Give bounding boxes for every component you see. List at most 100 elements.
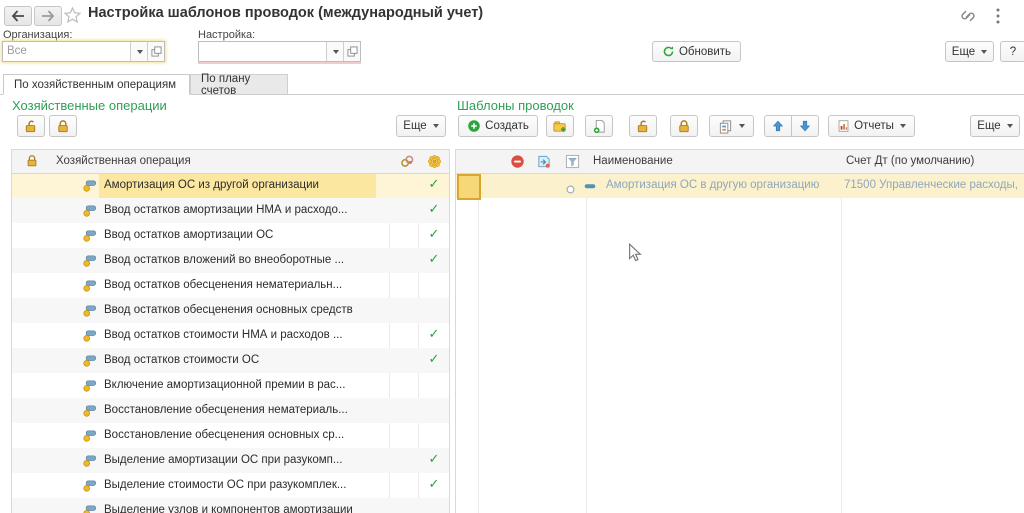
table-row[interactable]: Ввод остатков обесценения основных средс…: [12, 298, 449, 323]
configured-check-icon: ✓: [423, 452, 445, 467]
copy-menu-button[interactable]: [709, 115, 754, 137]
refresh-icon: [662, 45, 675, 58]
create-label: Создать: [485, 120, 529, 132]
table-header: Хозяйственная операция: [12, 150, 449, 174]
link-icon[interactable]: [959, 8, 977, 29]
operation-name: Амортизация ОС из другой организации: [104, 179, 319, 191]
table-row[interactable]: Амортизация ОС в другую организацию 7150…: [456, 173, 1024, 198]
create-by-template-button[interactable]: [585, 115, 613, 137]
operation-name: Восстановление обесценения нематериаль..…: [104, 404, 348, 416]
create-button[interactable]: Создать: [458, 115, 538, 137]
table-header: Наименование Счет Дт (по умолчанию): [456, 150, 1024, 174]
setting-value: [199, 42, 326, 61]
operation-name: Выделение стоимости ОС при разукомплек..…: [104, 479, 346, 491]
refresh-label: Обновить: [679, 46, 731, 58]
add-plus-icon: [467, 119, 481, 133]
tab-by-business-operations[interactable]: По хозяйственным операциям: [3, 74, 190, 95]
organization-label: Организация:: [3, 29, 72, 41]
organization-combobox[interactable]: Все: [2, 41, 165, 62]
unlock-button-left[interactable]: [17, 115, 45, 137]
chevron-down-icon: [900, 124, 906, 128]
help-button[interactable]: ?: [1000, 41, 1024, 62]
page-title: Настройка шаблонов проводок (международн…: [88, 5, 483, 21]
choose-list-icon: [347, 46, 358, 57]
table-row[interactable]: Восстановление обесценения основных ср..…: [12, 423, 449, 448]
operation-name: Ввод остатков вложений во внеоборотные .…: [104, 254, 344, 266]
copy-pages-icon: [718, 119, 733, 134]
column-header-operation[interactable]: Хозяйственная операция: [56, 155, 191, 167]
table-row[interactable]: Выделение узлов и компонентов амортизаци…: [12, 498, 449, 513]
star-icon[interactable]: [63, 6, 82, 30]
settings-flower-column-icon[interactable]: [427, 154, 442, 174]
operations-list: Амортизация ОС из другой организации ✓ В…: [12, 173, 449, 513]
move-down-button[interactable]: [791, 115, 819, 137]
column-divider: [586, 150, 587, 513]
forward-button[interactable]: [34, 6, 62, 26]
reports-button[interactable]: Отчеты: [828, 115, 915, 137]
back-arrow-icon: [11, 10, 25, 22]
more-label: Еще: [977, 120, 1000, 132]
lock-icon: [55, 119, 71, 134]
catalog-item-icon: [82, 303, 97, 323]
lock-column-icon[interactable]: [25, 154, 39, 173]
setting-combobox[interactable]: [198, 41, 361, 62]
table-row[interactable]: Восстановление обесценения нематериаль..…: [12, 398, 449, 423]
chevron-down-icon: [1007, 124, 1013, 128]
template-name: Амортизация ОС в другую организацию: [606, 179, 819, 191]
column-divider: [841, 150, 842, 513]
operation-name: Восстановление обесценения основных ср..…: [104, 429, 344, 441]
forward-arrow-icon: [41, 10, 55, 22]
catalog-item-icon: [82, 328, 97, 348]
column-header-debit-account[interactable]: Счет Дт (по умолчанию): [846, 155, 974, 167]
setting-label: Настройка:: [198, 29, 255, 41]
disabled-flag-column-icon[interactable]: [510, 154, 525, 174]
chevron-down-icon: [739, 124, 745, 128]
current-cell-marker: [457, 174, 481, 200]
filter-column-icon[interactable]: [565, 154, 580, 174]
configured-check-icon: ✓: [423, 477, 445, 492]
table-row[interactable]: Выделение амортизации ОС при разукомп...…: [12, 448, 449, 473]
catalog-item-icon: [82, 203, 97, 223]
refresh-button[interactable]: Обновить: [652, 41, 741, 62]
table-row[interactable]: Ввод остатков амортизации НМА и расходо.…: [12, 198, 449, 223]
operation-name: Ввод остатков амортизации ОС: [104, 229, 273, 241]
column-header-name[interactable]: Наименование: [593, 155, 673, 167]
unlock-button-right[interactable]: [629, 115, 657, 137]
access-keys-column-icon[interactable]: [399, 154, 415, 174]
choose-button[interactable]: [147, 42, 164, 61]
right-panel-title: Шаблоны проводок: [457, 98, 574, 113]
move-up-button[interactable]: [764, 115, 792, 137]
table-row[interactable]: Ввод остатков стоимости ОС ✓: [12, 348, 449, 373]
arrow-up-icon: [771, 119, 785, 133]
table-row[interactable]: Амортизация ОС из другой организации ✓: [12, 173, 449, 198]
auto-template-column-icon[interactable]: [536, 154, 552, 174]
tab-by-chart-of-accounts[interactable]: По плану счетов: [190, 74, 288, 95]
operation-name: Ввод остатков амортизации НМА и расходо.…: [104, 204, 347, 216]
table-row[interactable]: Ввод остатков стоимости НМА и расходов .…: [12, 323, 449, 348]
dropdown-button[interactable]: [326, 42, 343, 61]
table-row[interactable]: Ввод остатков обесценения нематериальн..…: [12, 273, 449, 298]
operation-name: Ввод остатков обесценения нематериальн..…: [104, 279, 342, 291]
more-button-left-panel[interactable]: Еще: [396, 115, 446, 137]
lock-icon: [676, 119, 692, 134]
back-button[interactable]: [4, 6, 32, 26]
configured-check-icon: ✓: [423, 327, 445, 342]
dropdown-button[interactable]: [130, 42, 147, 61]
vertical-ellipsis-icon[interactable]: [991, 6, 1005, 31]
table-row[interactable]: Ввод остатков амортизации ОС ✓: [12, 223, 449, 248]
table-row[interactable]: Включение амортизационной премии в рас..…: [12, 373, 449, 398]
more-button-top[interactable]: Еще: [945, 41, 994, 62]
lock-button-left[interactable]: [49, 115, 77, 137]
table-row[interactable]: Ввод остатков вложений во внеоборотные .…: [12, 248, 449, 273]
table-row[interactable]: Выделение стоимости ОС при разукомплек..…: [12, 473, 449, 498]
lock-button-right[interactable]: [670, 115, 698, 137]
mouse-cursor: [628, 243, 643, 268]
configured-check-icon: ✓: [423, 227, 445, 242]
posting-templates-table: Наименование Счет Дт (по умолчанию) Амор…: [455, 149, 1024, 513]
catalog-item-icon: [82, 228, 97, 248]
more-button-right-panel[interactable]: Еще: [970, 115, 1020, 137]
reports-label: Отчеты: [854, 120, 894, 132]
create-group-button[interactable]: [546, 115, 574, 137]
report-document-icon: [837, 119, 850, 133]
choose-button[interactable]: [343, 42, 360, 61]
